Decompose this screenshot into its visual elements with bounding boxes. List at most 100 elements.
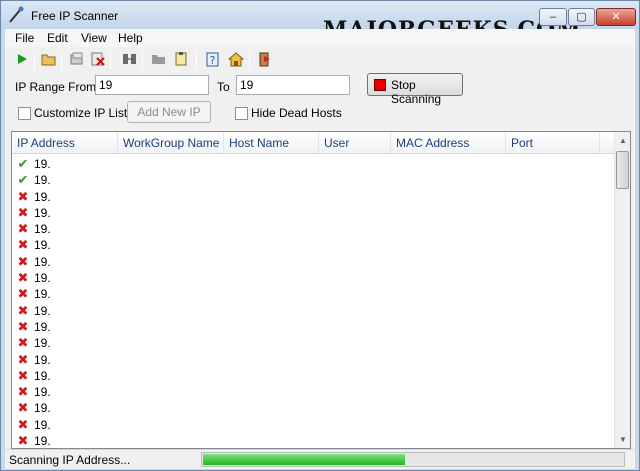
column-mac-address[interactable]: MAC Address: [391, 132, 506, 154]
menu-view[interactable]: View: [81, 31, 107, 45]
stop-scanning-button[interactable]: Stop Scanning: [367, 73, 463, 106]
svg-text:?: ?: [210, 54, 216, 67]
cross-icon: ✖: [17, 433, 29, 449]
list-item[interactable]: ✖ 19.: [12, 221, 615, 237]
window-title: Free IP Scanner: [31, 9, 119, 23]
menu-file[interactable]: File: [15, 31, 34, 45]
status-bar: Scanning IP Address...: [5, 449, 635, 469]
list-item[interactable]: ✖ 19.: [12, 384, 615, 400]
toolbar: ?: [5, 49, 635, 71]
ip-address-cell: 19.: [34, 238, 51, 253]
list-item[interactable]: ✖ 19.: [12, 335, 615, 351]
list-item[interactable]: ✖ 19.: [12, 400, 615, 416]
column-user[interactable]: User: [319, 132, 391, 154]
home-icon[interactable]: [227, 52, 245, 69]
ip-address-cell: 19.: [34, 173, 51, 188]
cross-icon: ✖: [17, 400, 29, 416]
folder-icon[interactable]: [150, 52, 168, 69]
export-icon[interactable]: [68, 52, 86, 69]
clipboard-icon[interactable]: [172, 52, 190, 69]
cross-icon: ✖: [17, 237, 29, 253]
cross-icon: ✖: [17, 204, 29, 220]
exit-icon[interactable]: [256, 52, 274, 69]
list-item[interactable]: ✖ 19.: [12, 270, 615, 286]
check-icon: ✔: [17, 156, 29, 171]
menu-help[interactable]: Help: [118, 31, 143, 45]
title-bar[interactable]: Free IP Scanner MAJORGEEKS.COM – ▢ ✕: [1, 1, 639, 43]
scroll-up-arrow-icon[interactable]: ▲: [615, 132, 630, 149]
open-folder-icon[interactable]: [40, 52, 58, 69]
cross-icon: ✖: [17, 253, 29, 269]
scroll-down-arrow-icon[interactable]: ▼: [615, 431, 630, 448]
help-icon[interactable]: ?: [204, 52, 222, 69]
delete-icon[interactable]: [89, 52, 107, 69]
list-item[interactable]: ✖ 19.: [12, 433, 615, 449]
customize-ip-list-checkbox[interactable]: [18, 107, 31, 120]
status-text: Scanning IP Address...: [9, 453, 131, 467]
ip-address-cell: 19.: [34, 287, 51, 302]
list-item[interactable]: ✖ 19.: [12, 254, 615, 270]
ip-address-cell: 19.: [34, 205, 51, 220]
cross-icon: ✖: [17, 351, 29, 367]
ip-address-cell: 19.: [34, 385, 51, 400]
maximize-button[interactable]: ▢: [568, 8, 595, 26]
vertical-scrollbar[interactable]: ▲ ▼: [614, 132, 630, 448]
cross-icon: ✖: [17, 302, 29, 318]
menu-bar: File Edit View Help: [5, 29, 635, 47]
ip-address-cell: 19.: [34, 189, 51, 204]
ip-results-list[interactable]: IP Address WorkGroup Name Host Name User…: [11, 131, 631, 449]
ip-address-cell: 19.: [34, 417, 51, 432]
column-host-name[interactable]: Host Name: [224, 132, 319, 154]
add-new-ip-button[interactable]: Add New IP: [127, 101, 211, 123]
ip-range-from-label: IP Range From: [15, 80, 97, 94]
toolbar-separator: [110, 53, 111, 69]
column-ip-address[interactable]: IP Address: [12, 132, 118, 154]
menu-edit[interactable]: Edit: [47, 31, 68, 45]
list-item[interactable]: ✔ 19.: [12, 156, 615, 172]
list-item[interactable]: ✖ 19.: [12, 286, 615, 302]
list-item[interactable]: ✖ 19.: [12, 303, 615, 319]
stop-square-icon: [374, 79, 386, 91]
network-icon[interactable]: [121, 52, 139, 69]
list-item[interactable]: ✖ 19.: [12, 237, 615, 253]
client-area: File Edit View Help ? IP Range From 19 T…: [5, 29, 635, 469]
ip-range-to-input[interactable]: 19: [236, 75, 350, 95]
customize-ip-list-label: Customize IP List: [34, 106, 128, 120]
cross-icon: ✖: [17, 384, 29, 400]
ip-address-cell: 19.: [34, 254, 51, 269]
app-window: Free IP Scanner MAJORGEEKS.COM – ▢ ✕ Fil…: [0, 0, 640, 471]
progress-fill: [203, 454, 405, 465]
ip-address-cell: 19.: [34, 271, 51, 286]
toolbar-separator: [196, 53, 197, 69]
hide-dead-hosts-checkbox[interactable]: [235, 107, 248, 120]
toolbar-separator: [249, 53, 250, 69]
ip-address-cell: 19.: [34, 222, 51, 237]
ip-address-cell: 19.: [34, 336, 51, 351]
list-item[interactable]: ✖ 19.: [12, 205, 615, 221]
scan-progress-bar: [201, 452, 625, 467]
list-item[interactable]: ✖ 19.: [12, 189, 615, 205]
ip-address-cell: 19.: [34, 157, 51, 171]
column-port[interactable]: Port: [506, 132, 600, 154]
list-item[interactable]: ✔ 19.: [12, 172, 615, 188]
scrollbar-thumb[interactable]: [616, 151, 629, 189]
list-item[interactable]: ✖ 19.: [12, 417, 615, 433]
minimize-button[interactable]: –: [539, 8, 567, 26]
ip-address-cell: 19.: [34, 434, 51, 449]
ip-range-row: IP Range From 19 To 19: [5, 75, 635, 99]
list-item[interactable]: ✖ 19.: [12, 352, 615, 368]
ip-address-cell: 19.: [34, 303, 51, 318]
play-icon[interactable]: [13, 52, 31, 69]
ip-address-cell: 19.: [34, 319, 51, 334]
column-workgroup-name[interactable]: WorkGroup Name: [118, 132, 224, 154]
list-header: IP Address WorkGroup Name Host Name User…: [12, 132, 615, 154]
close-button[interactable]: ✕: [596, 8, 636, 26]
hide-dead-hosts-label: Hide Dead Hosts: [251, 106, 342, 120]
toolbar-separator: [61, 53, 62, 69]
cross-icon: ✖: [17, 367, 29, 383]
ip-range-from-input[interactable]: 19: [95, 75, 209, 95]
list-item[interactable]: ✖ 19.: [12, 319, 615, 335]
ip-range-to-label: To: [217, 80, 230, 94]
toolbar-separator: [142, 53, 143, 69]
list-item[interactable]: ✖ 19.: [12, 368, 615, 384]
